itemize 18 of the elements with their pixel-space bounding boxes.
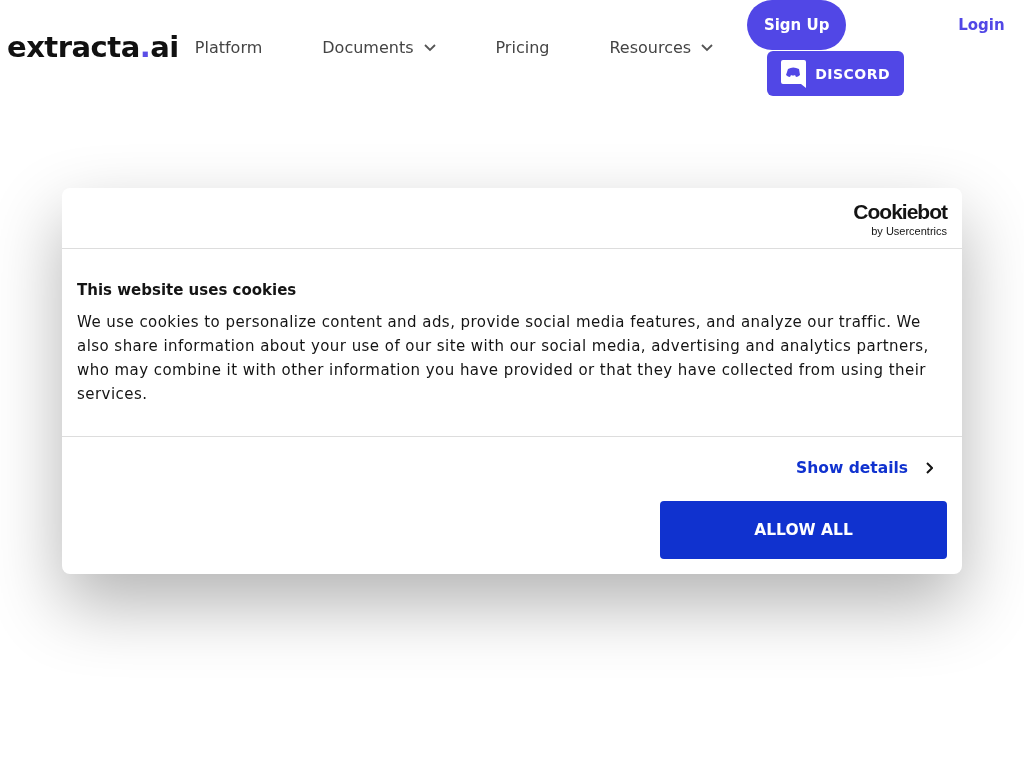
nav-link[interactable]: Resources xyxy=(609,38,714,58)
chevron-right-icon xyxy=(926,462,933,474)
chevron-down-icon xyxy=(423,44,436,52)
brand-name: Cookiebot xyxy=(853,199,947,224)
nav-link[interactable]: Platform xyxy=(194,38,263,58)
chevron-down-icon xyxy=(701,44,714,52)
nav-link[interactable]: Pricing xyxy=(495,38,550,58)
login-link[interactable]: Login xyxy=(958,16,1005,34)
discord-button[interactable]: DISCORD xyxy=(767,51,905,96)
allow-all-button[interactable]: ALLOW ALL xyxy=(660,501,947,559)
dialog-title: This website uses cookies xyxy=(77,280,298,300)
logo[interactable]: extracta.ai xyxy=(7,29,179,65)
show-details-link[interactable]: Show details xyxy=(796,459,933,477)
sign-up-button[interactable]: Sign Up xyxy=(747,0,847,50)
cookie-notice-text: We use cookies to personalize content and ads, provide social media features, and analyze our traffic. We also share information about your use of our site with our social media, advertising and analytics partners, who may combine it with other information you have provided or that they have collected from using their services. xyxy=(77,312,930,405)
chat-bubble-icon xyxy=(781,59,807,88)
nav-link[interactable]: Documents xyxy=(322,38,436,58)
brand-subtitle: by Usercentrics xyxy=(871,224,947,237)
